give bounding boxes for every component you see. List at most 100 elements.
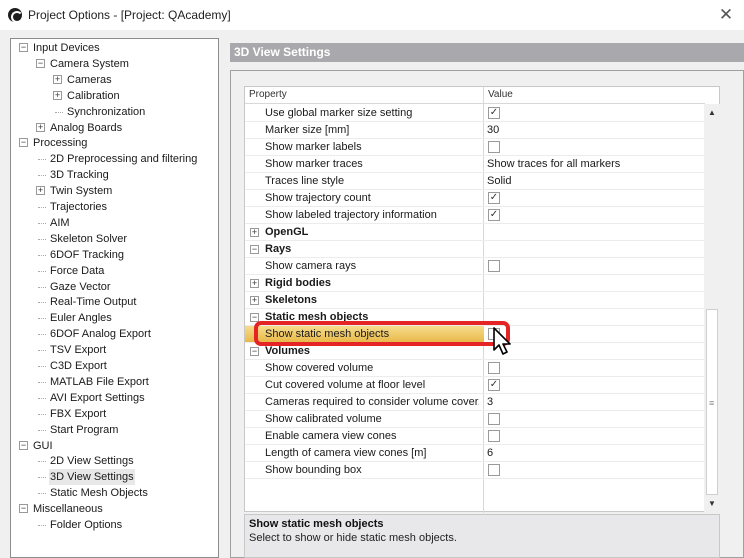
property-name: Cut covered volume at floor level [265,379,426,391]
expand-icon[interactable]: + [250,279,259,288]
tree-item[interactable]: − Miscellaneous [11,501,218,517]
options-tree[interactable]: − Input Devices − Camera System + Cameras + Cal… [10,38,219,558]
tree-item[interactable]: + Analog Boards [11,120,218,136]
tree-item[interactable]: 6DOF Tracking [11,247,218,263]
collapse-icon[interactable]: − [19,138,28,148]
tree-item[interactable]: C3D Export [11,358,218,374]
tree-item[interactable]: Synchronization [11,104,218,120]
property-name: Enable camera view cones [265,430,397,442]
expand-icon[interactable]: + [250,228,259,237]
property-value[interactable]: 6 [487,445,493,461]
property-value[interactable]: 30 [487,122,499,138]
collapse-icon[interactable]: − [250,347,259,356]
tree-item[interactable]: Gaze Vector [11,279,218,295]
tree-item[interactable]: + Calibration [11,88,218,104]
property-checkbox[interactable] [488,362,500,374]
property-row[interactable]: Show covered volume [245,360,705,377]
tree-item[interactable]: 2D Preprocessing and filtering [11,151,218,167]
tree-item[interactable]: Skeleton Solver [11,231,218,247]
property-checkbox[interactable]: ✓ [488,107,500,119]
tree-item[interactable]: TSV Export [11,342,218,358]
scrollbar-thumb[interactable]: ≡ [706,309,718,495]
collapse-icon[interactable]: − [19,43,28,52]
scroll-down-icon[interactable]: ▼ [708,499,716,508]
tree-item-label: Camera System [50,57,129,70]
property-row[interactable]: Show calibrated volume [245,411,705,428]
property-value[interactable]: Solid [487,173,511,189]
tree-connector [38,381,46,383]
expand-icon[interactable]: + [36,186,45,196]
property-category[interactable]: + Rigid bodies [245,275,705,292]
property-row[interactable]: Show camera rays [245,258,705,275]
tree-item[interactable]: Start Program [11,422,218,438]
property-row[interactable]: Cut covered volume at floor level ✓ [245,377,705,394]
tree-item[interactable]: Force Data [11,263,218,279]
close-icon[interactable]: ✕ [716,5,736,25]
property-checkbox[interactable] [488,430,500,442]
description-panel: Show static mesh objects Select to show … [244,514,720,558]
tree-item[interactable]: Real-Time Output [11,294,218,310]
tree-connector [38,238,46,240]
property-checkbox[interactable]: ✓ [488,379,500,391]
property-row[interactable]: Marker size [mm] 30 [245,122,705,139]
tree-item[interactable]: Euler Angles [11,310,218,326]
tree-item-label: Start Program [50,423,119,436]
property-row[interactable]: Cameras required to consider volume cove… [245,394,705,411]
property-category[interactable]: − Rays [245,241,705,258]
collapse-icon[interactable]: − [36,58,45,68]
property-row[interactable]: Use global marker size setting ✓ [245,105,705,122]
tree-item-label: Miscellaneous [33,503,103,516]
property-checkbox[interactable] [488,413,500,425]
tree-item[interactable]: 2D View Settings [11,453,218,469]
tree-connector [38,477,46,479]
tree-item[interactable]: AIM [11,215,218,231]
property-grid[interactable]: Property Value Use global marker size se… [244,86,720,513]
collapse-icon[interactable]: − [19,440,28,450]
property-row[interactable]: Show trajectory count ✓ [245,190,705,207]
property-row[interactable]: Length of camera view cones [m] 6 [245,445,705,462]
property-name: Show trajectory count [265,192,371,204]
expand-icon[interactable]: + [53,90,62,100]
collapse-icon[interactable]: − [19,504,28,514]
category-label: Rays [265,243,292,255]
property-row[interactable]: Show labeled trajectory information ✓ [245,207,705,224]
expand-icon[interactable]: + [53,74,62,84]
tree-item[interactable]: Trajectories [11,199,218,215]
tree-item[interactable]: − Camera System [11,56,218,72]
property-category[interactable]: + Skeletons [245,292,705,309]
tree-item-label: Gaze Vector [50,280,111,293]
qtm-app-icon [8,8,23,23]
tree-item[interactable]: 3D View Settings [11,469,218,486]
tree-item[interactable]: 3D Tracking [11,167,218,183]
property-value[interactable]: 3 [487,394,493,410]
expand-icon[interactable]: + [36,122,45,132]
collapse-icon[interactable]: − [250,245,259,254]
property-checkbox[interactable] [488,141,500,153]
tree-item[interactable]: + Cameras [11,72,218,88]
tree-item[interactable]: − Processing [11,135,218,151]
tree-item[interactable]: FBX Export [11,406,218,422]
tree-item[interactable]: Static Mesh Objects [11,485,218,501]
tree-item[interactable]: 6DOF Analog Export [11,326,218,342]
property-checkbox[interactable]: ✓ [488,209,500,221]
tree-item[interactable]: MATLAB File Export [11,374,218,390]
property-checkbox[interactable]: ✓ [488,192,500,204]
section-header: 3D View Settings [230,43,744,62]
property-value[interactable]: Show traces for all markers [487,156,620,172]
property-row[interactable]: Show marker labels [245,139,705,156]
property-row[interactable]: Show marker traces Show traces for all ma… [245,156,705,173]
property-category[interactable]: + OpenGL [245,224,705,241]
tree-item[interactable]: − Input Devices [11,40,218,56]
property-checkbox[interactable] [488,260,500,272]
tree-item[interactable]: AVI Export Settings [11,390,218,406]
scroll-up-icon[interactable]: ▲ [708,108,716,117]
tree-item[interactable]: − GUI [11,438,218,454]
tree-item[interactable]: + Twin System [11,183,218,199]
vertical-scrollbar[interactable]: ▲ ≡ ▼ [704,104,720,512]
property-row[interactable]: Show bounding box [245,462,705,479]
property-checkbox[interactable] [488,464,500,476]
property-row[interactable]: Enable camera view cones [245,428,705,445]
tree-item[interactable]: Folder Options [11,517,218,533]
expand-icon[interactable]: + [250,296,259,305]
property-row[interactable]: Traces line style Solid [245,173,705,190]
